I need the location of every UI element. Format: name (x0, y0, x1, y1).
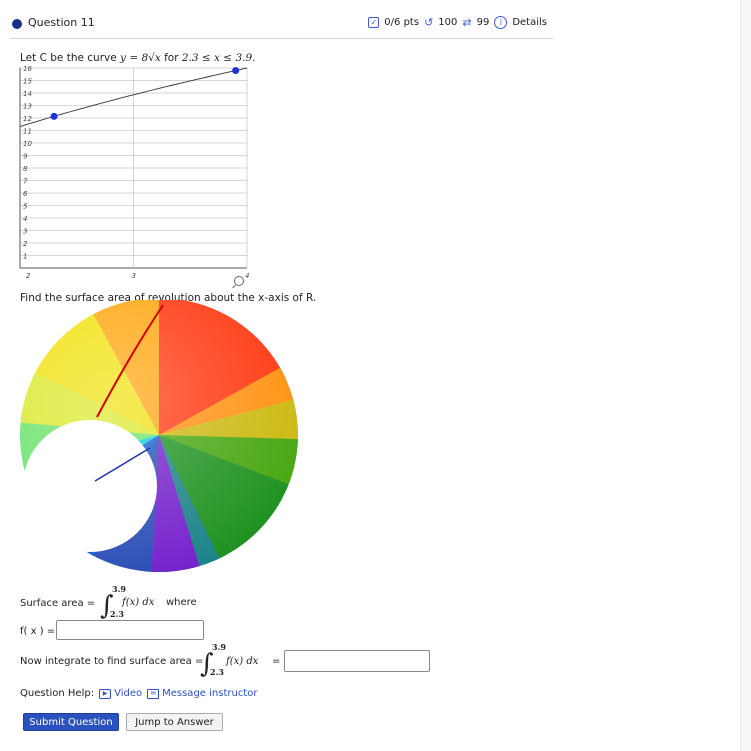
integrand: f(x) dx (121, 597, 155, 608)
y-tick-label: 15 (23, 78, 32, 86)
integral-upper-limit: 3.9 (112, 584, 126, 594)
y-tick-label: 14 (23, 90, 32, 98)
integrate-label: Now integrate to find surface area = (20, 656, 204, 667)
jump-to-answer-button[interactable]: Jump to Answer (126, 713, 223, 731)
y-tick-label: 11 (23, 128, 32, 136)
x-tick-label: 4 (245, 272, 249, 280)
y-tick-label: 12 (23, 115, 32, 123)
surface-integral: ∫ 3.9 2.3 f(x) dx where (100, 584, 197, 620)
y-tick-label: 3 (23, 228, 27, 236)
y-tick-label: 7 (23, 178, 28, 186)
final-integral: ∫ 3.9 2.3 f(x) dx = (200, 642, 280, 678)
y-tick-label: 6 (23, 190, 28, 198)
video-icon: ▶ (99, 688, 112, 699)
x-tick-label: 2 (26, 272, 31, 280)
fx-input[interactable] (56, 620, 204, 640)
page-scrollbar[interactable] (740, 0, 751, 751)
y-tick-label: 2 (23, 240, 28, 248)
y-tick-label: 10 (23, 140, 32, 148)
integral-where: where (166, 597, 197, 608)
y-tick-label: 9 (23, 153, 28, 161)
integrand: f(x) dx (225, 656, 259, 667)
y-tick-label: 8 (23, 165, 28, 173)
y-tick-label: 16 (23, 65, 32, 73)
inner-hole (23, 420, 157, 552)
integral-lower-limit: 2.3 (110, 609, 124, 619)
endpoint-marker (50, 112, 58, 120)
integral-upper-limit: 3.9 (212, 642, 226, 652)
video-label: Video (114, 688, 143, 699)
y-tick-label: 4 (23, 215, 27, 223)
x-tick-label: 3 (132, 272, 136, 280)
curve-graph: 123456789101112131415162 3 4 (19, 65, 249, 280)
y-tick-label: 1 (23, 253, 27, 261)
surface-area-label: Surface area = (20, 598, 96, 609)
video-link[interactable]: ▶ Video (99, 688, 142, 699)
surface-area-input[interactable] (284, 650, 430, 672)
envelope-icon: ✉ (147, 688, 160, 699)
message-label: Message instructor (162, 688, 258, 699)
fx-label: f( x ) = (20, 626, 56, 637)
question-help: Question Help: ▶ Video ✉ Message instructo… (20, 688, 257, 699)
endpoint-marker (232, 67, 240, 74)
message-instructor-link[interactable]: ✉ Message instructor (147, 688, 257, 699)
integral-lower-limit: 2.3 (210, 667, 224, 677)
submit-question-button[interactable]: Submit Question (23, 713, 119, 731)
y-tick-label: 13 (23, 103, 32, 111)
help-label: Question Help: (20, 688, 95, 699)
surface-of-revolution-image (20, 300, 298, 572)
equals-sign: = (272, 656, 280, 667)
y-tick-label: 5 (23, 203, 28, 211)
zoom-icon[interactable] (234, 276, 244, 286)
